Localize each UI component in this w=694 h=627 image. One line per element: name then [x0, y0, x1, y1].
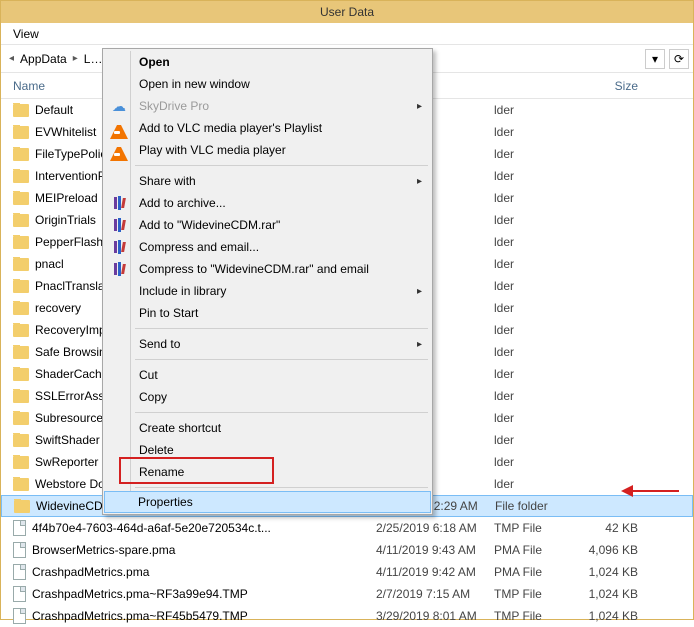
list-item[interactable]: BrowserMetrics-spare.pma 4/11/2019 9:43 …	[1, 539, 693, 561]
folder-icon	[13, 148, 29, 161]
ctx-properties[interactable]: Properties	[104, 491, 431, 513]
winrar-icon	[110, 194, 128, 212]
folder-icon	[13, 192, 29, 205]
context-menu: Open Open in new window ☁SkyDrive Pro Ad…	[102, 48, 433, 515]
folder-icon	[13, 302, 29, 315]
ctx-pin-start[interactable]: Pin to Start	[105, 302, 430, 324]
breadcrumb-appdata[interactable]: AppData	[18, 52, 69, 66]
ctx-open-new-window[interactable]: Open in new window	[105, 73, 430, 95]
breadcrumb-chevron-icon[interactable]: ▸	[69, 53, 82, 64]
ctx-skydrive-pro: ☁SkyDrive Pro	[105, 95, 430, 117]
file-icon	[13, 586, 26, 602]
file-icon	[13, 564, 26, 580]
ctx-create-shortcut[interactable]: Create shortcut	[105, 417, 430, 439]
file-icon	[13, 520, 26, 536]
list-item[interactable]: 4f4b70e4-7603-464d-a6af-5e20e720534c.t..…	[1, 517, 693, 539]
ctx-rename[interactable]: Rename	[105, 461, 430, 483]
separator	[135, 165, 428, 166]
folder-icon	[13, 324, 29, 337]
vlc-icon	[110, 121, 128, 139]
ctx-copy[interactable]: Copy	[105, 386, 430, 408]
window-title: User Data	[320, 5, 374, 19]
ctx-share-with[interactable]: Share with	[105, 170, 430, 192]
folder-icon	[13, 236, 29, 249]
separator	[135, 359, 428, 360]
folder-icon	[13, 412, 29, 425]
folder-icon	[13, 368, 29, 381]
ctx-play-vlc[interactable]: Play with VLC media player	[105, 139, 430, 161]
header-size[interactable]: Size	[574, 79, 654, 93]
menu-view[interactable]: View	[13, 27, 39, 41]
folder-icon	[13, 214, 29, 227]
folder-icon	[14, 500, 30, 513]
cloud-icon: ☁	[110, 97, 128, 115]
folder-icon	[13, 346, 29, 359]
winrar-icon	[110, 260, 128, 278]
ctx-compress-rar-email[interactable]: Compress to "WidevineCDM.rar" and email	[105, 258, 430, 280]
list-item[interactable]: CrashpadMetrics.pma~RF3a99e94.TMP 2/7/20…	[1, 583, 693, 605]
ctx-cut[interactable]: Cut	[105, 364, 430, 386]
file-icon	[13, 542, 26, 558]
folder-icon	[13, 280, 29, 293]
menu-bar: View	[1, 23, 693, 45]
address-dropdown-icon[interactable]: ▾	[645, 49, 665, 69]
ctx-add-archive[interactable]: Add to archive...	[105, 192, 430, 214]
folder-icon	[13, 170, 29, 183]
folder-icon	[13, 258, 29, 271]
winrar-icon	[110, 216, 128, 234]
refresh-icon[interactable]: ⟳	[669, 49, 689, 69]
separator	[135, 328, 428, 329]
folder-icon	[13, 390, 29, 403]
ctx-add-vlc-playlist[interactable]: Add to VLC media player's Playlist	[105, 117, 430, 139]
ctx-compress-email[interactable]: Compress and email...	[105, 236, 430, 258]
folder-icon	[13, 456, 29, 469]
ctx-add-rar[interactable]: Add to "WidevineCDM.rar"	[105, 214, 430, 236]
folder-icon	[13, 434, 29, 447]
ctx-delete[interactable]: Delete	[105, 439, 430, 461]
folder-icon	[13, 478, 29, 491]
list-item[interactable]: CrashpadMetrics.pma~RF45b5479.TMP 3/29/2…	[1, 605, 693, 627]
separator	[135, 487, 428, 488]
list-item[interactable]: CrashpadMetrics.pma 4/11/2019 9:42 AM PM…	[1, 561, 693, 583]
winrar-icon	[110, 238, 128, 256]
folder-icon	[13, 104, 29, 117]
folder-icon	[13, 126, 29, 139]
ctx-include-library[interactable]: Include in library	[105, 280, 430, 302]
vlc-icon	[110, 143, 128, 161]
ctx-send-to[interactable]: Send to	[105, 333, 430, 355]
breadcrumb-chevron-icon[interactable]: ◂	[5, 53, 18, 64]
file-icon	[13, 608, 26, 624]
title-bar: User Data	[1, 1, 693, 23]
separator	[135, 412, 428, 413]
ctx-open[interactable]: Open	[105, 51, 430, 73]
